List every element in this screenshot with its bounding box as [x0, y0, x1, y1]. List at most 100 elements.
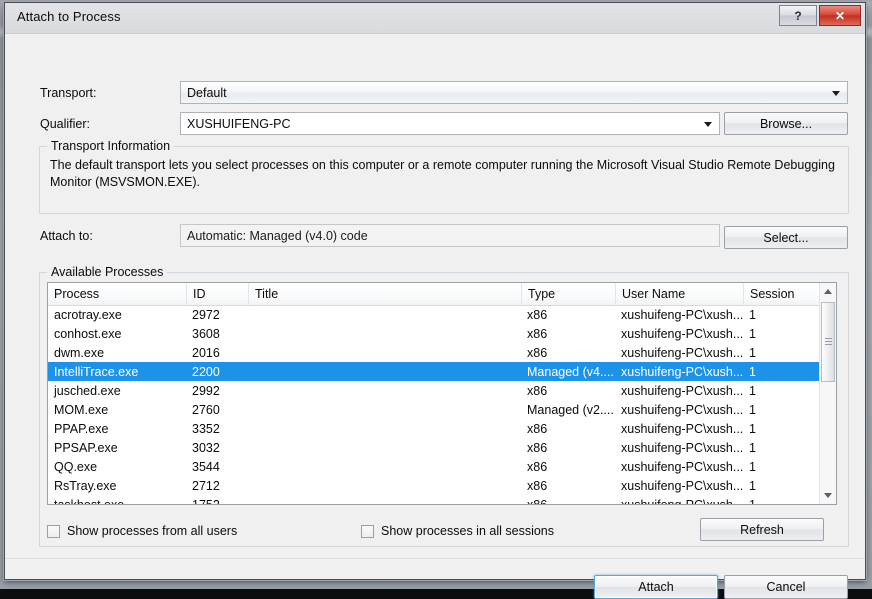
process-list-rows-viewport: acrotray.exe 2972 x86 xushuifeng-PC\xush...…: [48, 305, 819, 504]
cell-id: 2760: [192, 402, 220, 417]
table-row[interactable]: dwm.exe 2016 x86 xushuifeng-PC\xush... 1: [48, 343, 819, 362]
cell-id: 3608: [192, 326, 220, 341]
cell-id: 2712: [192, 478, 220, 493]
cell-type: x86: [527, 345, 548, 360]
cell-id: 2992: [192, 383, 220, 398]
cell-title: [248, 476, 521, 495]
show-all-sessions-label: Show processes in all sessions: [381, 524, 554, 538]
process-list-header: Process ID Title Type User Name Session: [48, 283, 836, 306]
chevron-down-icon: [832, 90, 840, 96]
cell-title: [248, 400, 521, 419]
cell-type: x86: [527, 326, 548, 341]
browse-button[interactable]: Browse...: [724, 112, 848, 135]
cell-session: 1: [749, 402, 756, 417]
qualifier-value: XUSHUIFENG-PC: [187, 116, 291, 131]
cell-user: xushuifeng-PC\xush...: [621, 440, 743, 455]
attach-to-label: Attach to:: [40, 229, 93, 243]
refresh-button[interactable]: Refresh: [700, 518, 824, 541]
cell-process: jusched.exe: [54, 383, 121, 398]
attach-button[interactable]: Attach: [594, 575, 718, 599]
transport-information-text: The default transport lets you select pr…: [50, 158, 835, 189]
cell-process: IntelliTrace.exe: [54, 364, 139, 379]
help-icon[interactable]: ?: [779, 5, 817, 26]
process-list-scrollbar[interactable]: [819, 283, 836, 504]
table-row[interactable]: conhost.exe 3608 x86 xushuifeng-PC\xush... 1: [48, 324, 819, 343]
cell-title: [248, 419, 521, 438]
cell-process: MOM.exe: [54, 402, 109, 417]
transport-label: Transport:: [40, 86, 97, 100]
cell-id: 2200: [192, 364, 220, 379]
scroll-up-icon[interactable]: [820, 283, 836, 300]
show-all-sessions-checkbox[interactable]: Show processes in all sessions: [361, 524, 554, 538]
cell-process: taskhost.exe: [48, 495, 186, 505]
table-row[interactable]: PPAP.exe 3352 x86 xushuifeng-PC\xush... 1: [48, 419, 819, 438]
cell-id: 3032: [192, 440, 220, 455]
cell-title: [248, 343, 521, 362]
column-header-id[interactable]: ID: [186, 283, 248, 305]
available-processes-title: Available Processes: [47, 265, 168, 279]
cancel-button[interactable]: Cancel: [724, 575, 848, 599]
cell-title: [248, 457, 521, 476]
cell-title: [248, 305, 521, 324]
table-row[interactable]: MOM.exe 2760 Managed (v2.... xushuifeng-PC\…: [48, 400, 819, 419]
table-row[interactable]: IntelliTrace.exe 2200 Managed (v4.... xushu…: [48, 362, 819, 381]
cell-user: xushuifeng-PC\xush...: [615, 495, 743, 505]
cell-process: PPSAP.exe: [54, 440, 118, 455]
cell-type: x86: [521, 495, 615, 505]
table-row[interactable]: acrotray.exe 2972 x86 xushuifeng-PC\xush...…: [48, 305, 819, 324]
cell-title: [248, 438, 521, 457]
qualifier-combobox[interactable]: XUSHUIFENG-PC: [180, 112, 720, 135]
table-row[interactable]: jusched.exe 2992 x86 xushuifeng-PC\xush... 1: [48, 381, 819, 400]
cell-session: 1: [749, 478, 756, 493]
cell-id: 1752: [186, 495, 248, 505]
cell-session: 1: [749, 459, 756, 474]
checkbox-box: [361, 524, 374, 538]
cell-id: 2016: [192, 345, 220, 360]
cell-user: xushuifeng-PC\xush...: [621, 421, 743, 436]
cell-user: xushuifeng-PC\xush...: [621, 364, 743, 379]
table-row[interactable]: RsTray.exe 2712 x86 xushuifeng-PC\xush... 1: [48, 476, 819, 495]
cell-process: conhost.exe: [54, 326, 122, 341]
column-header-user[interactable]: User Name: [615, 283, 743, 305]
column-header-session[interactable]: Session: [743, 283, 821, 305]
table-row[interactable]: taskhost.exe1752 x86xushuifeng-PC\xush...…: [48, 495, 819, 505]
attach-to-field: Automatic: Managed (v4.0) code: [180, 224, 720, 247]
cell-type: x86: [527, 440, 548, 455]
cell-type: x86: [527, 307, 548, 322]
cell-id: 3544: [192, 459, 220, 474]
show-all-users-label: Show processes from all users: [67, 524, 238, 538]
dialog-title: Attach to Process: [17, 9, 121, 24]
dialog-title-bar[interactable]: Attach to Process ? ✕: [5, 3, 865, 34]
scrollbar-thumb[interactable]: [821, 302, 835, 382]
cell-user: xushuifeng-PC\xush...: [621, 402, 743, 417]
cell-user: xushuifeng-PC\xush...: [621, 383, 743, 398]
process-list[interactable]: Process ID Title Type User Name Session acrot…: [47, 282, 837, 505]
column-header-process[interactable]: Process: [48, 283, 186, 305]
cell-id: 2972: [192, 307, 220, 322]
column-header-type[interactable]: Type: [521, 283, 615, 305]
cell-user: xushuifeng-PC\xush...: [621, 478, 743, 493]
transport-information-group: Transport Information The default transp…: [39, 139, 849, 214]
close-icon[interactable]: ✕: [819, 5, 861, 26]
table-row[interactable]: QQ.exe 3544 x86 xushuifeng-PC\xush... 1: [48, 457, 819, 476]
cell-process: QQ.exe: [54, 459, 98, 474]
column-header-title[interactable]: Title: [248, 283, 521, 305]
cell-session: 1: [749, 345, 756, 360]
transport-combobox[interactable]: Default: [180, 81, 848, 104]
cell-title: [248, 381, 521, 400]
cell-id: 3352: [192, 421, 220, 436]
cell-user: xushuifeng-PC\xush...: [621, 326, 743, 341]
cell-process: dwm.exe: [54, 345, 105, 360]
cell-session: 1: [749, 440, 756, 455]
cell-session: 1: [749, 307, 756, 322]
cell-process: acrotray.exe: [54, 307, 122, 322]
chevron-down-icon: [704, 121, 712, 127]
grip-icon: [825, 338, 832, 346]
table-row[interactable]: PPSAP.exe 3032 x86 xushuifeng-PC\xush... 1: [48, 438, 819, 457]
select-button[interactable]: Select...: [724, 226, 848, 249]
show-all-users-checkbox[interactable]: Show processes from all users: [47, 524, 237, 538]
checkbox-box: [47, 524, 60, 538]
cell-user: xushuifeng-PC\xush...: [621, 345, 743, 360]
transport-value: Default: [187, 85, 227, 100]
scroll-down-icon[interactable]: [820, 487, 836, 504]
